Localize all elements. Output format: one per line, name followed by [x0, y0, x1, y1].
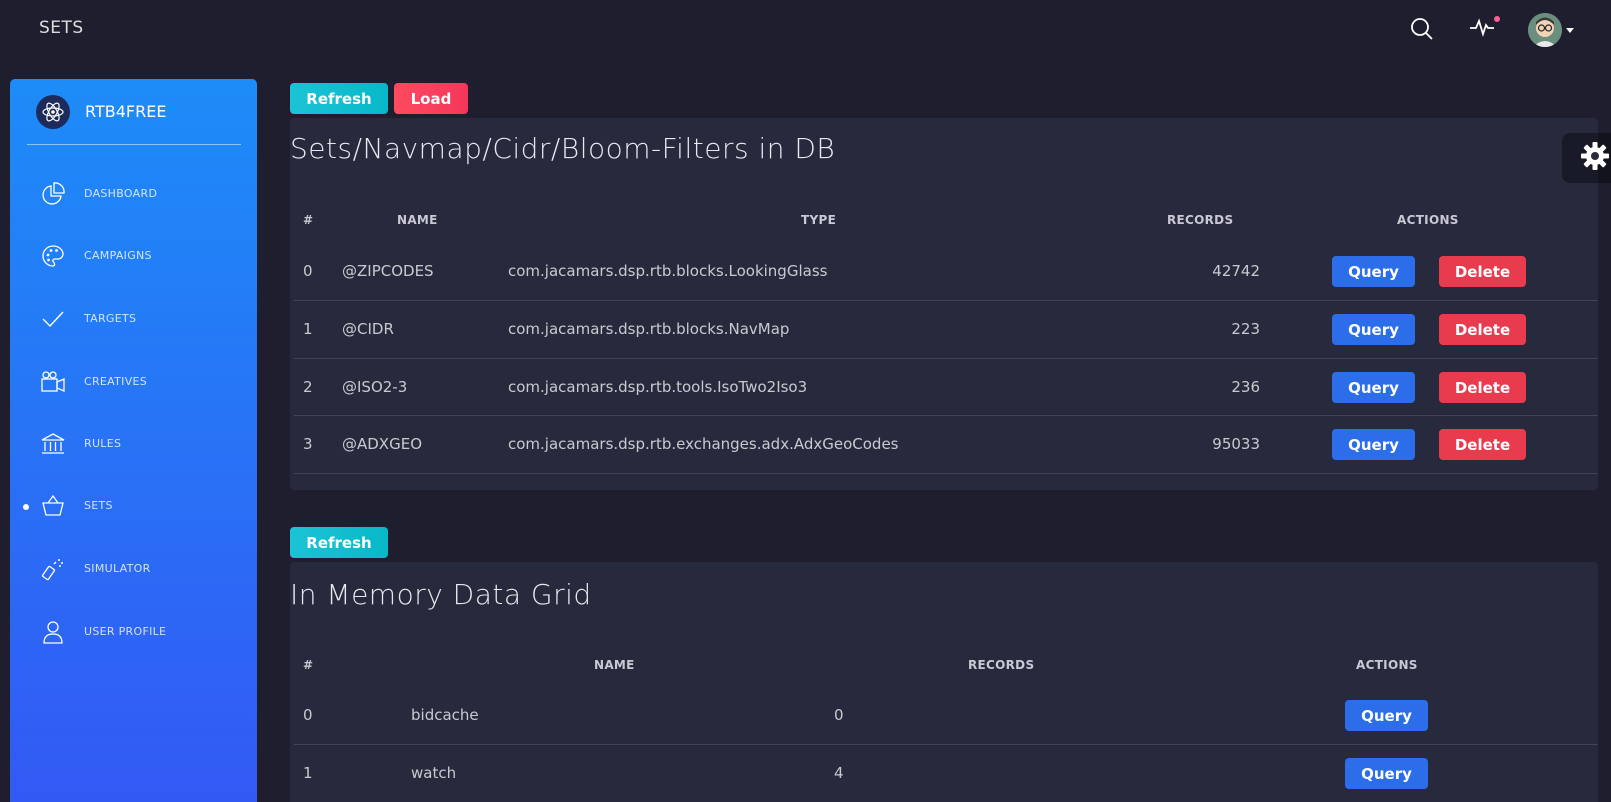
delete-button[interactable]: Delete [1439, 429, 1526, 460]
row-records: 223 [1231, 320, 1260, 338]
column-header-index: # [303, 658, 314, 672]
row-divider [294, 358, 1598, 359]
row-divider [294, 300, 1598, 301]
row-divider [294, 415, 1598, 416]
check-icon [40, 306, 66, 332]
query-button[interactable]: Query [1332, 429, 1415, 460]
row-records: 42742 [1212, 262, 1260, 280]
row-name: bidcache [411, 706, 479, 724]
column-header-name: NAME [594, 658, 635, 672]
sidebar-item-label: CREATIVES [84, 375, 148, 388]
column-header-records: RECORDS [1167, 213, 1234, 227]
video-camera-icon [40, 369, 66, 395]
row-index: 3 [303, 435, 313, 453]
row-type: com.jacamars.dsp.rtb.blocks.LookingGlass [508, 262, 828, 280]
sidebar-item-label: USER PROFILE [84, 625, 167, 638]
sidebar: RTB4FREE DASHBOARD CAMPAIGNS TARGETS CRE… [10, 79, 257, 802]
delete-button[interactable]: Delete [1439, 256, 1526, 287]
spray-icon [40, 556, 66, 582]
row-name: @ADXGEO [342, 435, 422, 453]
active-indicator [23, 504, 29, 510]
query-button[interactable]: Query [1345, 758, 1428, 789]
palette-icon [40, 243, 66, 269]
row-index: 2 [303, 378, 313, 396]
column-header-name: NAME [397, 213, 438, 227]
sidebar-item-label: CAMPAIGNS [84, 249, 152, 262]
sidebar-item-creatives[interactable]: CREATIVES [10, 361, 257, 401]
row-divider [294, 473, 1598, 474]
column-header-type: TYPE [801, 213, 837, 227]
card-title: In Memory Data Grid [290, 578, 592, 611]
refresh-db-button[interactable]: Refresh [290, 83, 388, 114]
query-button[interactable]: Query [1332, 372, 1415, 403]
db-sets-card: Sets/Navmap/Cidr/Bloom-Filters in DB # N… [290, 118, 1598, 490]
sidebar-item-user-profile[interactable]: USER PROFILE [10, 611, 257, 651]
sidebar-divider [27, 144, 241, 145]
sidebar-item-sets[interactable]: SETS [10, 485, 257, 525]
notification-dot [1494, 16, 1500, 22]
row-records: 4 [834, 764, 844, 782]
query-button[interactable]: Query [1332, 314, 1415, 345]
chevron-down-icon[interactable] [1566, 28, 1574, 33]
bank-icon [40, 431, 66, 457]
column-header-actions: ACTIONS [1356, 658, 1418, 672]
row-records: 95033 [1212, 435, 1260, 453]
avatar[interactable] [1528, 13, 1562, 47]
sidebar-item-label: SETS [84, 499, 113, 512]
delete-button[interactable]: Delete [1439, 372, 1526, 403]
sidebar-item-label: RULES [84, 437, 122, 450]
search-icon[interactable] [1410, 16, 1434, 42]
query-button[interactable]: Query [1345, 700, 1428, 731]
row-divider [294, 744, 1598, 745]
sidebar-item-campaigns[interactable]: CAMPAIGNS [10, 235, 257, 275]
row-index: 1 [303, 764, 313, 782]
row-index: 0 [303, 262, 313, 280]
sidebar-item-label: SIMULATOR [84, 562, 151, 575]
row-name: watch [411, 764, 457, 782]
column-header-records: RECORDS [968, 658, 1035, 672]
settings-toggle[interactable] [1562, 133, 1611, 183]
activity-icon[interactable] [1468, 14, 1496, 40]
sidebar-item-label: DASHBOARD [84, 187, 158, 200]
pie-chart-icon [40, 181, 66, 207]
row-index: 1 [303, 320, 313, 338]
row-index: 0 [303, 706, 313, 724]
sidebar-item-dashboard[interactable]: DASHBOARD [10, 173, 257, 213]
page-title[interactable]: SETS [39, 18, 84, 38]
react-logo-icon[interactable] [36, 95, 70, 129]
refresh-grid-button[interactable]: Refresh [290, 527, 388, 558]
row-type: com.jacamars.dsp.rtb.tools.IsoTwo2Iso3 [508, 378, 808, 396]
row-type: com.jacamars.dsp.rtb.blocks.NavMap [508, 320, 790, 338]
load-button[interactable]: Load [394, 83, 468, 114]
row-name: @CIDR [342, 320, 394, 338]
column-header-index: # [303, 213, 314, 227]
query-button[interactable]: Query [1332, 256, 1415, 287]
row-records: 0 [834, 706, 844, 724]
row-type: com.jacamars.dsp.rtb.exchanges.adx.AdxGe… [508, 435, 899, 453]
row-records: 236 [1231, 378, 1260, 396]
data-grid-card: In Memory Data Grid # NAME RECORDS ACTIO… [290, 562, 1598, 802]
column-header-actions: ACTIONS [1397, 213, 1459, 227]
delete-button[interactable]: Delete [1439, 314, 1526, 345]
user-icon [40, 619, 66, 645]
row-name: @ISO2-3 [342, 378, 408, 396]
sidebar-item-label: TARGETS [84, 312, 137, 325]
row-name: @ZIPCODES [342, 262, 434, 280]
card-title: Sets/Navmap/Cidr/Bloom-Filters in DB [290, 132, 836, 165]
basket-icon [40, 493, 66, 519]
sidebar-item-simulator[interactable]: SIMULATOR [10, 548, 257, 588]
sidebar-item-rules[interactable]: RULES [10, 423, 257, 463]
gear-icon [1580, 141, 1610, 175]
sidebar-item-targets[interactable]: TARGETS [10, 298, 257, 338]
sidebar-brand[interactable]: RTB4FREE [85, 102, 166, 121]
